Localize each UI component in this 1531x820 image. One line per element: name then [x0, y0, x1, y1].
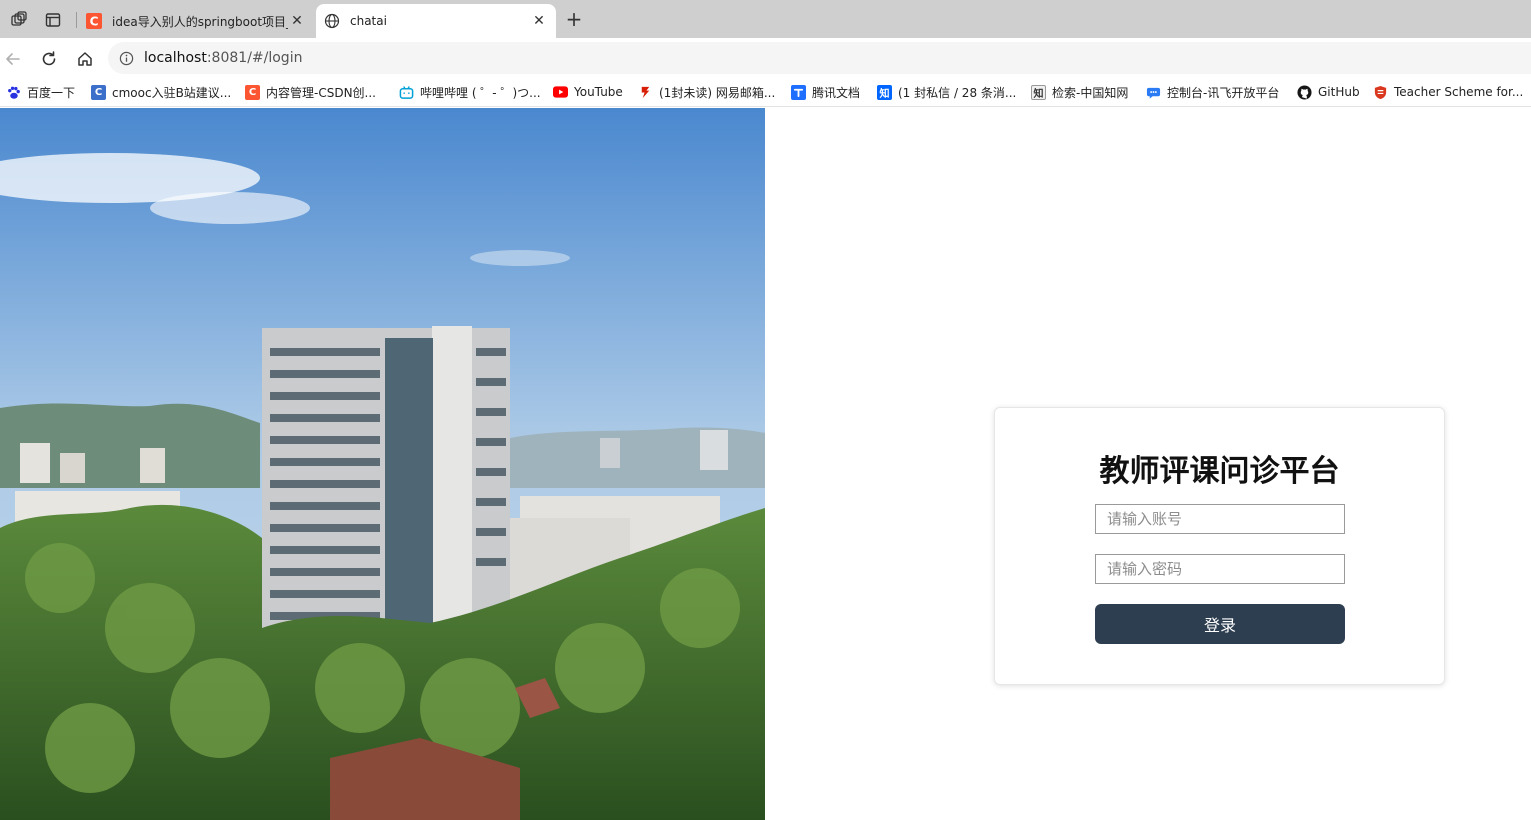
- shield-icon: [1373, 85, 1388, 100]
- browser-toolbar: localhost:8081/#/login: [0, 38, 1531, 78]
- bookmark-label: 百度一下: [27, 85, 76, 100]
- bookmark-netease-mail[interactable]: (1封未读) 网易邮箱...: [638, 83, 775, 101]
- close-icon[interactable]: ✕: [530, 12, 548, 30]
- bookmarks-bar: 百度一下 C cmooc入驻B站建议... C 内容管理-CSDN创... 哔哩…: [0, 78, 1531, 107]
- csdn-icon: C: [245, 84, 260, 100]
- bookmark-cmooc[interactable]: C cmooc入驻B站建议...: [91, 83, 231, 101]
- url-host: localhost: [144, 50, 207, 66]
- back-icon[interactable]: [0, 46, 26, 72]
- tab-csdn[interactable]: C idea导入别人的springboot项目_ic ✕: [78, 4, 314, 38]
- bookmark-label: 哔哩哔哩 ( ゜- ゜)つ...: [420, 85, 541, 100]
- bookmark-label: YouTube: [574, 85, 623, 99]
- tab-title: chatai: [350, 14, 387, 28]
- bookmark-github[interactable]: GitHub: [1297, 83, 1360, 101]
- login-button[interactable]: 登录: [1095, 604, 1345, 644]
- login-card: 教师评课问诊平台 登录: [994, 407, 1445, 685]
- bookmark-zhihu[interactable]: 知 (1 封私信 / 28 条消...: [877, 83, 1016, 101]
- workspaces-icon[interactable]: [6, 7, 32, 33]
- bookmark-label: 检索-中国知网: [1052, 85, 1129, 100]
- bookmark-cnki[interactable]: 知 检索-中国知网: [1031, 83, 1128, 101]
- globe-icon: [324, 13, 340, 29]
- reload-icon[interactable]: [36, 46, 62, 72]
- cnki-icon: 知: [1031, 84, 1046, 100]
- tab-actions-icon[interactable]: [40, 7, 66, 33]
- tab-separator: [76, 12, 77, 28]
- tab-strip: C idea导入别人的springboot项目_ic ✕ chatai ✕ +: [0, 0, 1531, 38]
- youtube-icon: [553, 85, 568, 100]
- page-title: 教师评课问诊平台: [1099, 454, 1340, 489]
- site-info-icon[interactable]: [118, 50, 134, 66]
- tab-chatai[interactable]: chatai ✕: [316, 4, 556, 38]
- url-path: :8081/#/login: [206, 50, 303, 66]
- bookmark-baidu[interactable]: 百度一下: [6, 83, 75, 101]
- bookmark-label: 腾讯文档: [812, 85, 861, 100]
- bookmark-label: 内容管理-CSDN创...: [266, 85, 376, 100]
- campus-library-image: [0, 108, 765, 820]
- csdn-icon: C: [86, 13, 102, 29]
- bookmark-tencent-docs[interactable]: 腾讯文档: [791, 83, 860, 101]
- bilibili-icon: [399, 85, 414, 100]
- tencent-docs-icon: [791, 84, 806, 100]
- bookmark-iflytek[interactable]: 控制台-讯飞开放平台: [1146, 83, 1279, 101]
- address-bar[interactable]: localhost:8081/#/login: [108, 42, 1531, 74]
- cmooc-icon: C: [91, 84, 106, 100]
- zhihu-icon: 知: [877, 84, 892, 100]
- github-icon: [1297, 84, 1312, 100]
- bookmark-label: cmooc入驻B站建议...: [112, 85, 232, 100]
- bookmark-bilibili[interactable]: 哔哩哔哩 ( ゜- ゜)つ...: [399, 83, 541, 101]
- bookmark-label: (1封未读) 网易邮箱...: [659, 85, 776, 100]
- bookmark-label: Teacher Scheme for...: [1394, 85, 1524, 99]
- bookmark-label: GitHub: [1318, 85, 1360, 99]
- iflytek-icon: [1146, 85, 1161, 100]
- netease-mail-icon: [638, 85, 653, 100]
- tab-title: idea导入别人的springboot项目_ic: [112, 14, 288, 29]
- close-icon[interactable]: ✕: [288, 12, 306, 30]
- new-tab-icon[interactable]: +: [562, 7, 586, 31]
- bookmark-csdn[interactable]: C 内容管理-CSDN创...: [245, 83, 376, 101]
- bookmark-label: (1 封私信 / 28 条消...: [898, 85, 1017, 100]
- account-input[interactable]: [1095, 504, 1345, 534]
- bookmark-youtube[interactable]: YouTube: [553, 83, 623, 101]
- baidu-paw-icon: [6, 85, 21, 100]
- password-input[interactable]: [1095, 554, 1345, 584]
- campus-photo: [0, 108, 765, 820]
- bookmark-label: 控制台-讯飞开放平台: [1167, 85, 1280, 100]
- svg-text:C: C: [90, 15, 99, 29]
- home-icon[interactable]: [72, 46, 98, 72]
- bookmark-teacher-scheme[interactable]: Teacher Scheme for...: [1373, 83, 1523, 101]
